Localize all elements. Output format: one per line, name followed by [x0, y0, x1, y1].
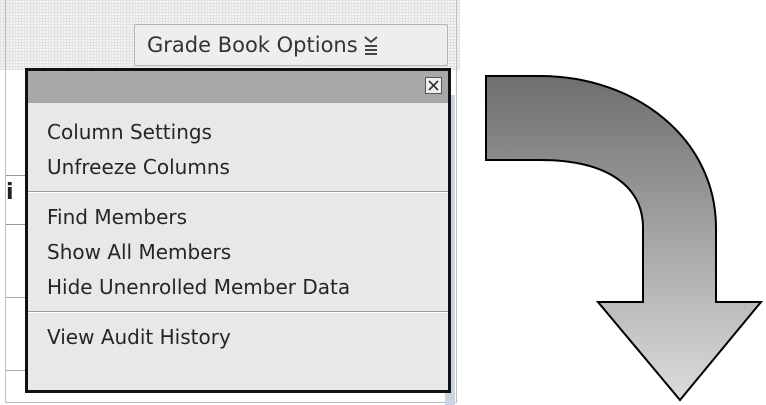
chevron-stack-down-icon — [364, 36, 378, 55]
background-heading-char: i — [6, 180, 14, 205]
menu-header — [28, 71, 448, 103]
stage: i Grade Book Options Column Settings Unf… — [0, 0, 766, 405]
menu-group-columns: Column Settings Unfreeze Columns — [28, 103, 448, 192]
close-icon — [428, 80, 439, 91]
curved-arrow-down-icon — [485, 75, 764, 402]
menu-item-hide-unenrolled-member-data[interactable]: Hide Unenrolled Member Data — [28, 270, 448, 305]
menu-item-unfreeze-columns[interactable]: Unfreeze Columns — [28, 150, 448, 185]
menu-item-find-members[interactable]: Find Members — [28, 200, 448, 235]
menu-group-members: Find Members Show All Members Hide Unenr… — [28, 192, 448, 312]
grade-book-options-button[interactable]: Grade Book Options — [134, 24, 448, 66]
menu-item-view-audit-history[interactable]: View Audit History — [28, 320, 448, 355]
close-button[interactable] — [425, 77, 442, 94]
grade-book-options-label: Grade Book Options — [147, 33, 358, 57]
menu-item-show-all-members[interactable]: Show All Members — [28, 235, 448, 270]
gradebook-screenshot: i Grade Book Options Column Settings Unf… — [0, 0, 460, 405]
menu-group-audit: View Audit History — [28, 312, 448, 361]
menu-item-column-settings[interactable]: Column Settings — [28, 115, 448, 150]
grade-book-options-menu: Column Settings Unfreeze Columns Find Me… — [25, 68, 451, 393]
